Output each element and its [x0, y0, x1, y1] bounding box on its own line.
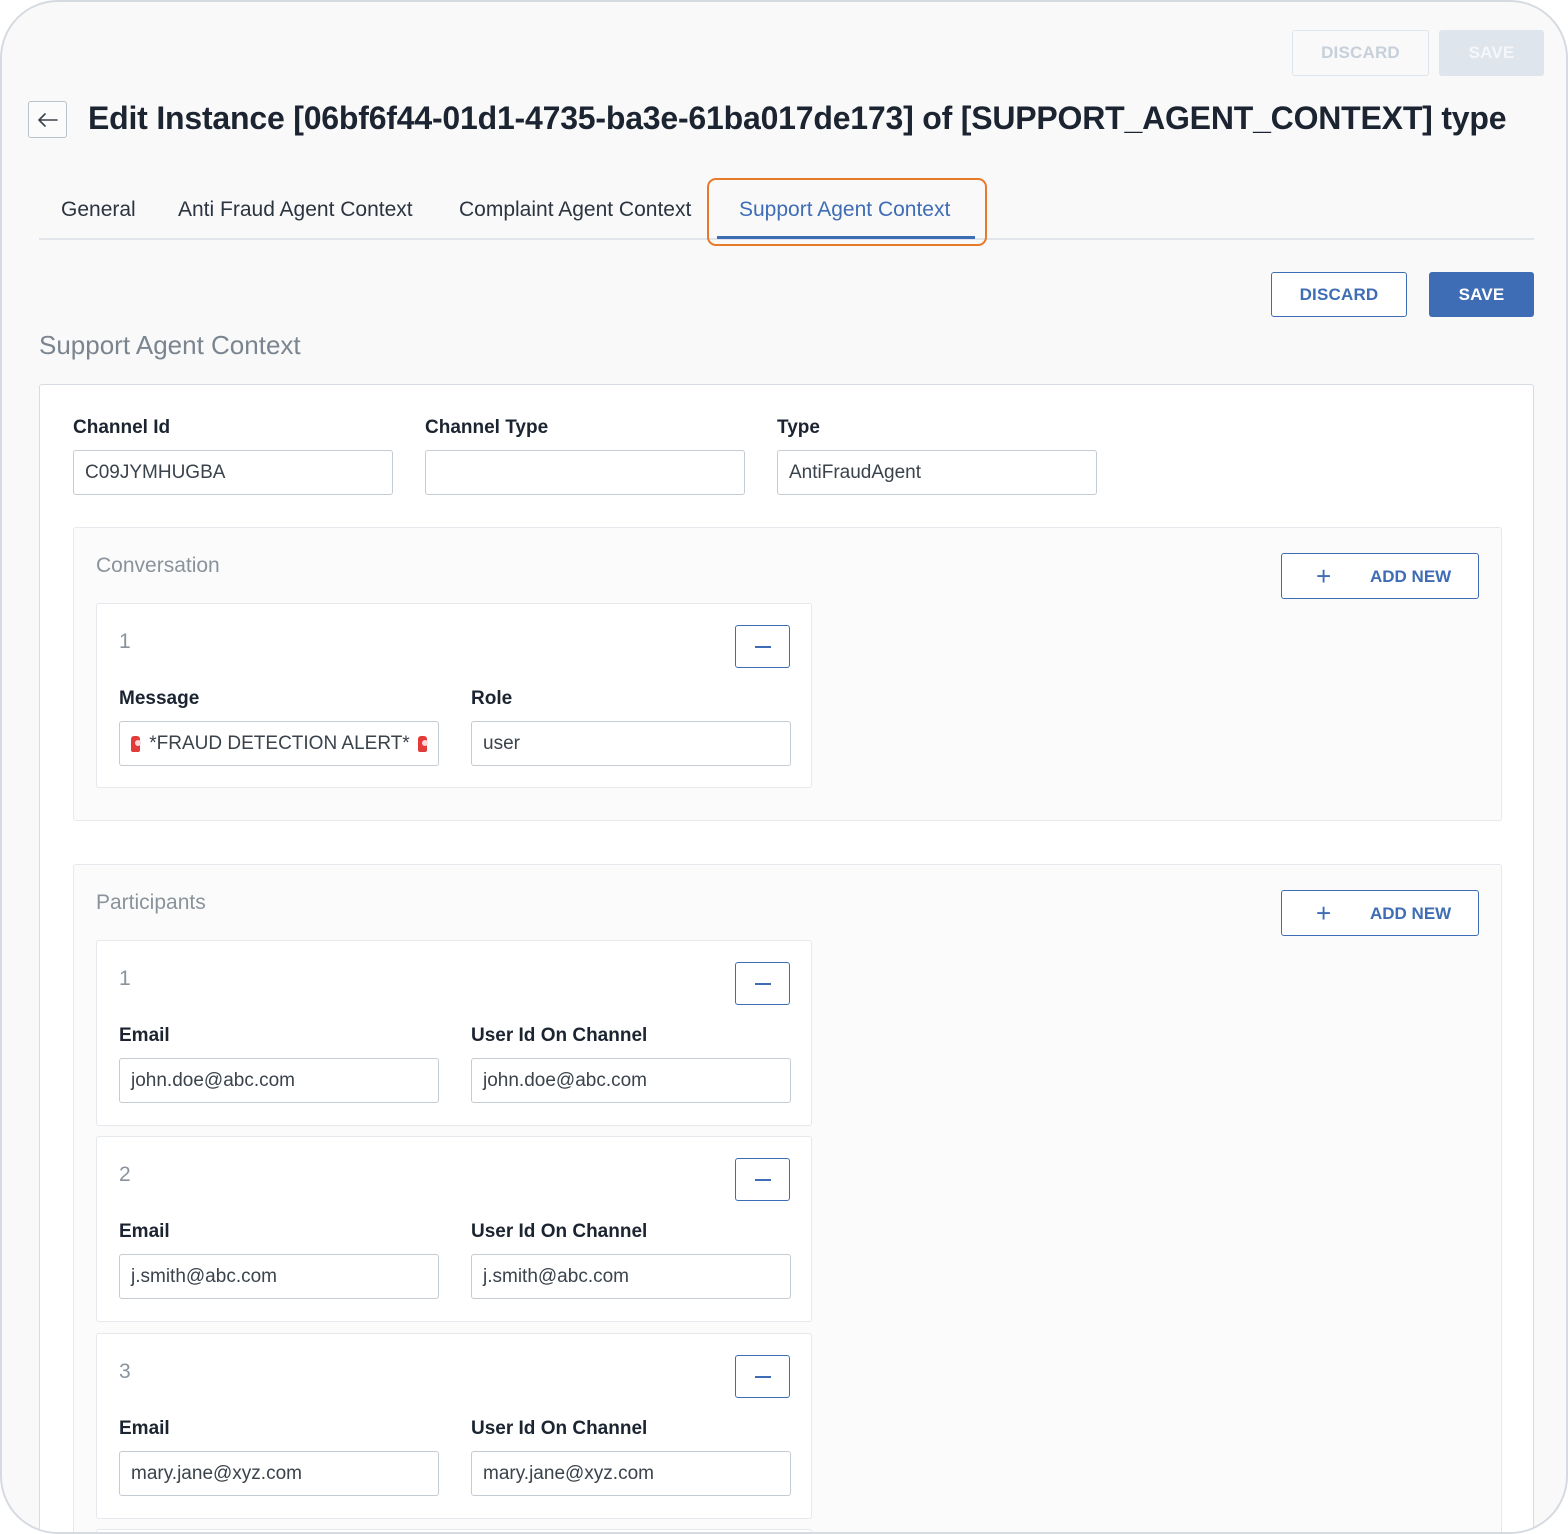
user-id-input[interactable]: john.doe@abc.com: [471, 1058, 791, 1103]
message-input[interactable]: *FRAUD DETECTION ALERT*: [119, 721, 439, 766]
minus-icon: [755, 646, 771, 648]
top-save-button[interactable]: SAVE: [1439, 30, 1544, 76]
email-label: Email: [119, 1221, 170, 1242]
role-label: Role: [471, 688, 513, 709]
item-index: 1: [119, 967, 131, 990]
email-input[interactable]: mary.jane@xyz.com: [119, 1451, 439, 1496]
remove-participant-button[interactable]: [735, 1158, 790, 1201]
email-label: Email: [119, 1418, 170, 1439]
role-input[interactable]: user: [471, 721, 791, 766]
tab-general[interactable]: General: [61, 198, 136, 222]
conversation-group: Conversation + ADD NEW 1 Message *FRAUD …: [73, 527, 1502, 821]
siren-icon: [131, 735, 142, 752]
item-index: 2: [119, 1163, 131, 1186]
user-id-label: User Id On Channel: [471, 1418, 648, 1439]
conversation-title: Conversation: [96, 554, 220, 577]
channel-type-input[interactable]: [425, 450, 745, 495]
user-id-label: User Id On Channel: [471, 1025, 648, 1046]
form-card: Channel Id C09JYMHUGBA Channel Type Type…: [39, 384, 1534, 1532]
add-new-label: ADD NEW: [1370, 567, 1452, 586]
participant-item: 2 Email j.smith@abc.com User Id On Chann…: [96, 1136, 812, 1322]
participant-item: [96, 1529, 812, 1532]
email-label: Email: [119, 1025, 170, 1046]
minus-icon: [755, 983, 771, 985]
email-input[interactable]: john.doe@abc.com: [119, 1058, 439, 1103]
tab-highlight-box: [707, 178, 987, 246]
message-label: Message: [119, 688, 200, 709]
participants-add-new-button[interactable]: + ADD NEW: [1281, 890, 1479, 936]
channel-id-label: Channel Id: [73, 417, 171, 438]
conversation-item: 1 Message *FRAUD DETECTION ALERT* Role u…: [96, 603, 812, 788]
minus-icon: [755, 1179, 771, 1181]
channel-type-label: Channel Type: [425, 417, 549, 438]
participants-group: Participants + ADD NEW 1 Email john.doe@…: [73, 864, 1502, 1532]
siren-icon: [417, 735, 429, 752]
type-input[interactable]: AntiFraudAgent: [777, 450, 1097, 495]
tab-complaint-agent-context[interactable]: Complaint Agent Context: [459, 198, 691, 222]
message-value: *FRAUD DETECTION ALERT*: [149, 732, 410, 754]
user-id-label: User Id On Channel: [471, 1221, 648, 1242]
top-discard-button[interactable]: DISCARD: [1292, 30, 1429, 76]
plus-icon: +: [1316, 898, 1332, 928]
section-title: Support Agent Context: [39, 330, 301, 360]
discard-button[interactable]: DISCARD: [1271, 272, 1407, 317]
page-title: Edit Instance [06bf6f44-01d1-4735-ba3e-6…: [88, 100, 1507, 136]
save-button[interactable]: SAVE: [1429, 272, 1534, 317]
tab-anti-fraud-agent-context[interactable]: Anti Fraud Agent Context: [178, 198, 413, 222]
participants-title: Participants: [96, 891, 206, 914]
user-id-input[interactable]: j.smith@abc.com: [471, 1254, 791, 1299]
conversation-add-new-button[interactable]: + ADD NEW: [1281, 553, 1479, 599]
remove-conversation-button[interactable]: [735, 625, 790, 668]
type-label: Type: [777, 417, 820, 438]
item-index: 1: [119, 630, 131, 653]
user-id-input[interactable]: mary.jane@xyz.com: [471, 1451, 791, 1496]
arrow-left-icon: [37, 112, 58, 127]
channel-id-input[interactable]: C09JYMHUGBA: [73, 450, 393, 495]
add-new-label: ADD NEW: [1370, 904, 1452, 923]
item-index: 3: [119, 1360, 131, 1383]
participant-item: 3 Email mary.jane@xyz.com User Id On Cha…: [96, 1333, 812, 1519]
back-button[interactable]: [28, 101, 67, 138]
remove-participant-button[interactable]: [735, 962, 790, 1005]
app-window: DISCARD SAVE Edit Instance [06bf6f44-01d…: [0, 0, 1568, 1534]
email-input[interactable]: j.smith@abc.com: [119, 1254, 439, 1299]
participant-item: 1 Email john.doe@abc.com User Id On Chan…: [96, 940, 812, 1126]
plus-icon: +: [1316, 561, 1332, 591]
minus-icon: [755, 1376, 771, 1378]
remove-participant-button[interactable]: [735, 1355, 790, 1398]
